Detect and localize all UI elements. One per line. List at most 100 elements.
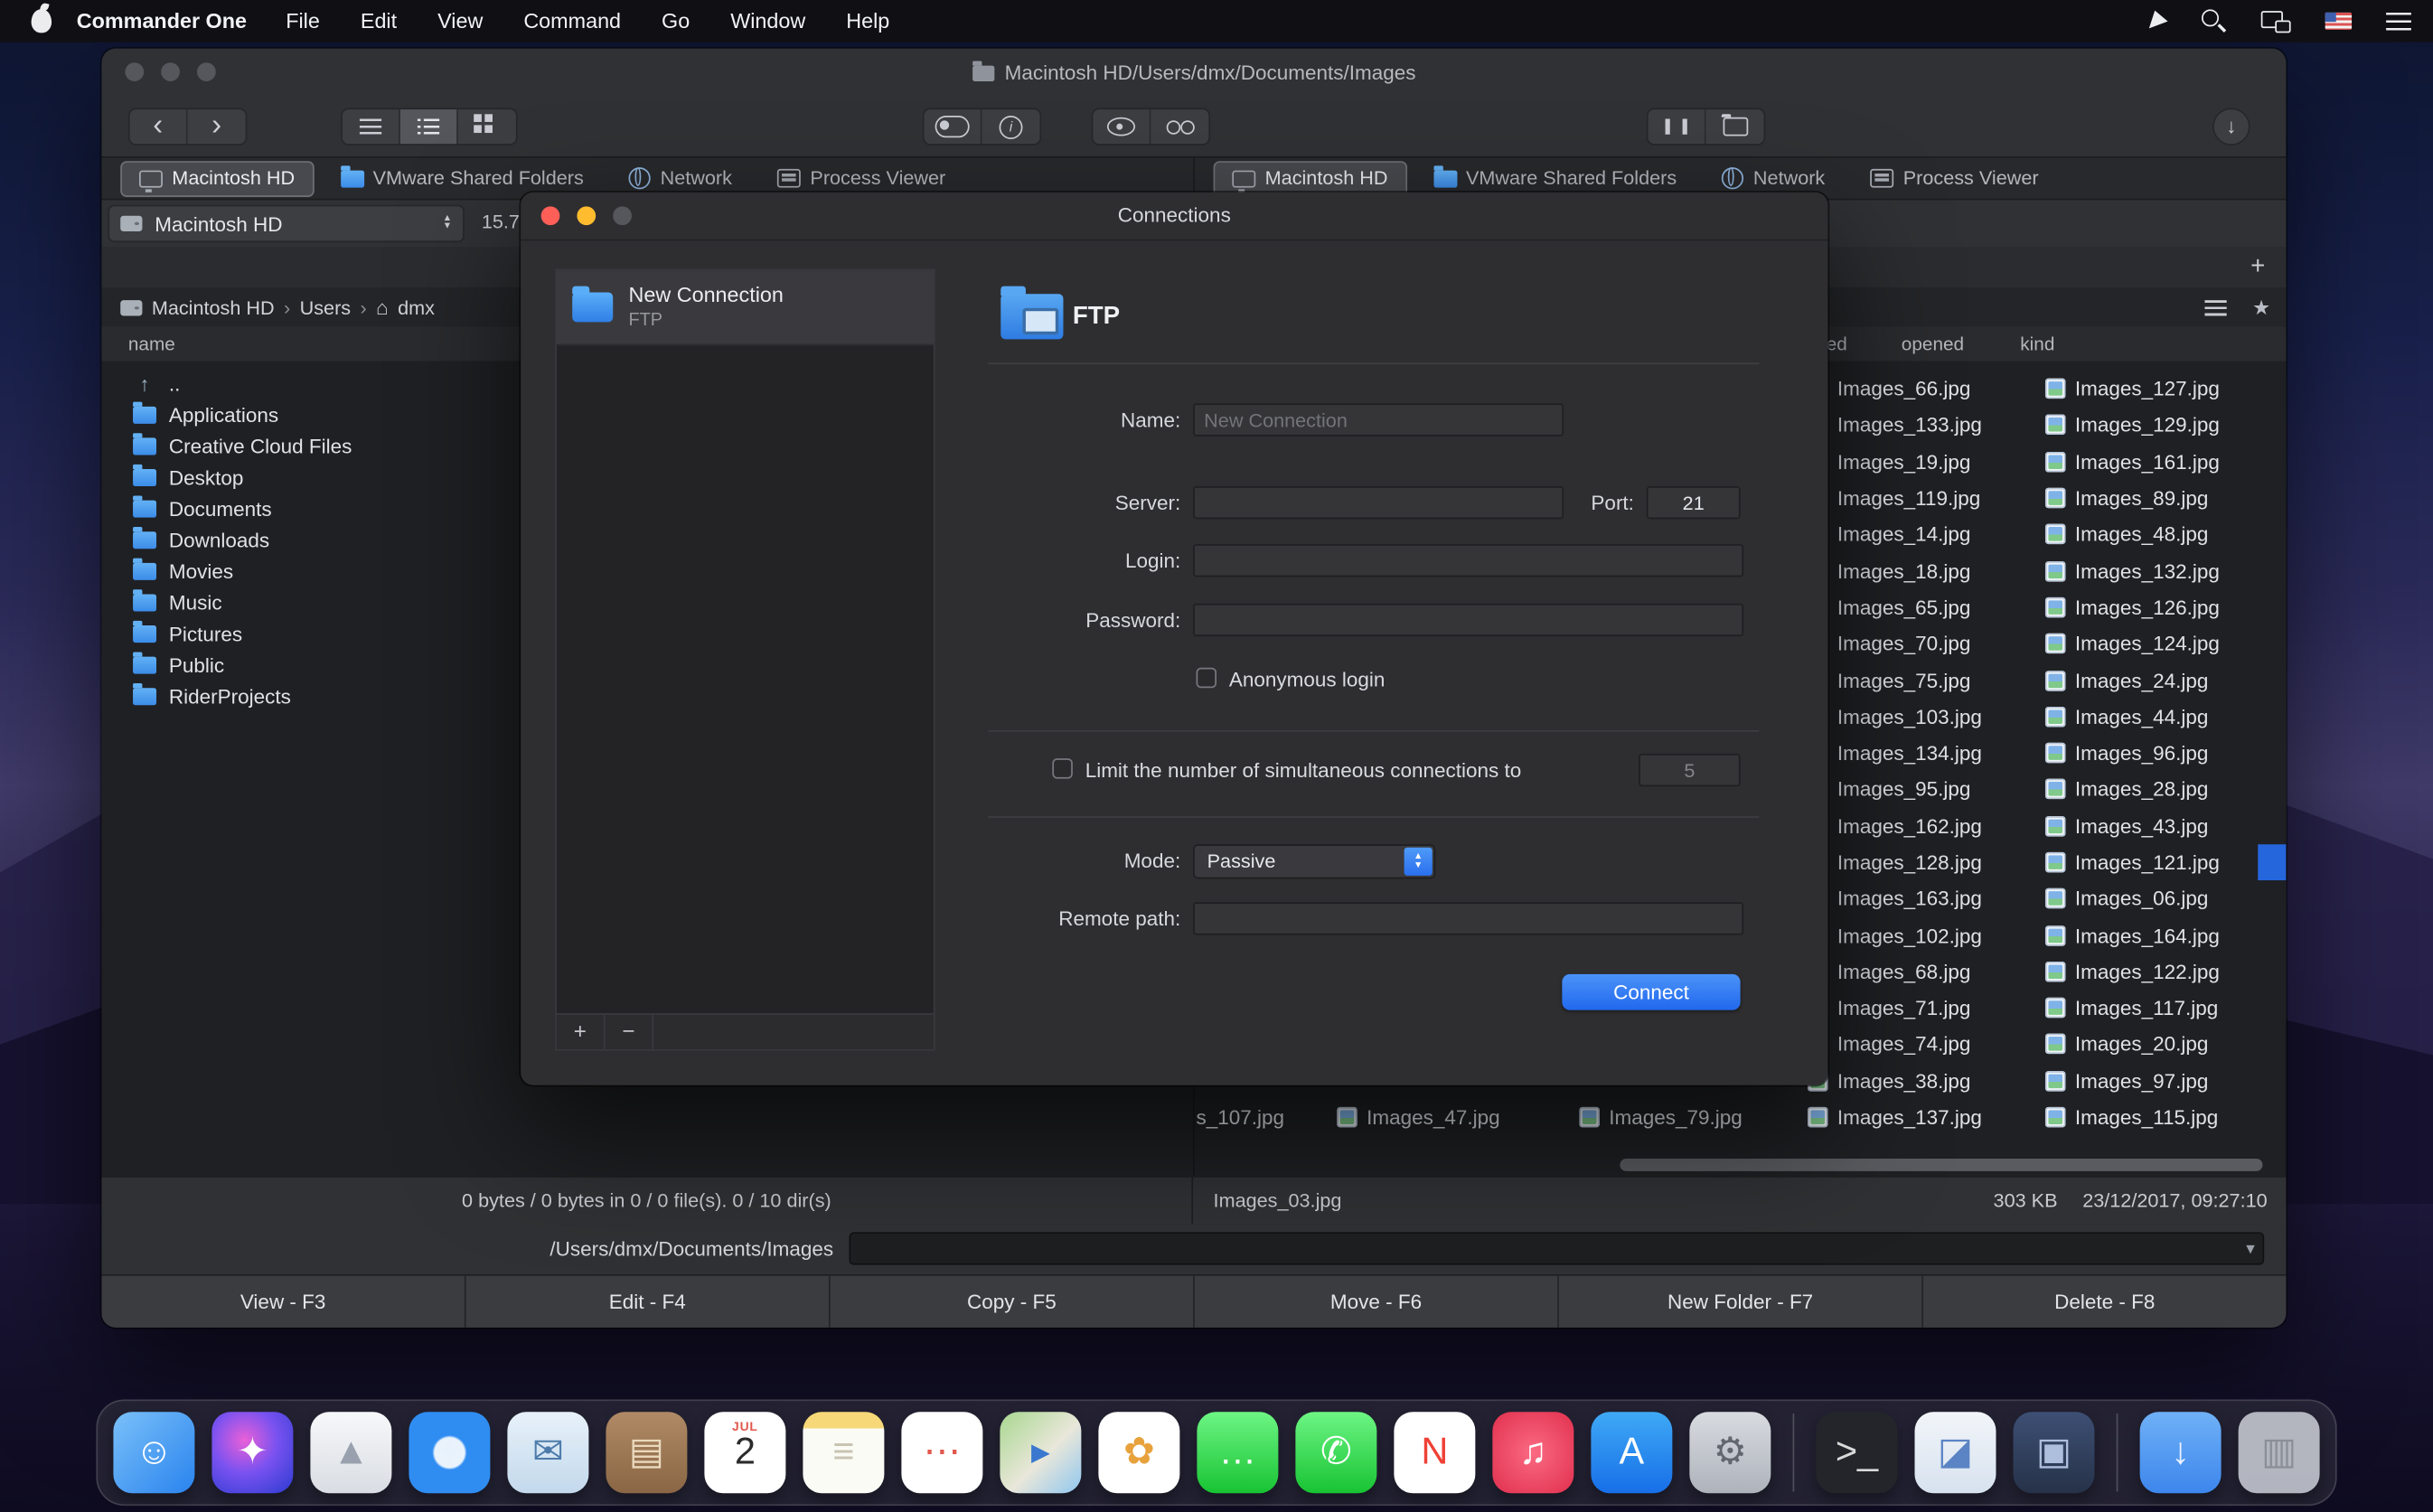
menu-item[interactable]: View bbox=[437, 9, 483, 33]
file-item[interactable]: Images_117.jpg bbox=[2045, 990, 2280, 1026]
pane-tab[interactable]: VMware Shared Folders bbox=[1414, 160, 1696, 196]
column-header-modified[interactable]: ed bbox=[1827, 333, 1847, 355]
hidden-files-button[interactable] bbox=[1151, 109, 1208, 144]
dock-item[interactable]: ◪ bbox=[1915, 1412, 1996, 1493]
file-item[interactable]: Images_164.jpg bbox=[2045, 917, 2280, 953]
file-item[interactable]: Images_75.jpg bbox=[1808, 662, 2043, 698]
file-item[interactable]: Images_133.jpg bbox=[1808, 407, 2043, 443]
dock-item[interactable]: ✦ bbox=[211, 1412, 293, 1493]
drive-selector[interactable]: Macintosh HD ▲▼ bbox=[108, 205, 464, 243]
dock-item[interactable]: ≡ bbox=[803, 1412, 884, 1493]
dock-item[interactable]: N bbox=[1394, 1412, 1475, 1493]
menu-item[interactable]: Go bbox=[662, 9, 690, 33]
dock-item[interactable]: … bbox=[1197, 1412, 1278, 1493]
dock-item[interactable]: ⚙ bbox=[1689, 1412, 1771, 1493]
file-item[interactable]: Images_96.jpg bbox=[2045, 735, 2280, 771]
pane-tab[interactable]: Network bbox=[1704, 160, 1844, 196]
dock-item[interactable]: ☺ bbox=[113, 1412, 194, 1493]
file-item[interactable]: Images_163.jpg bbox=[1808, 880, 2043, 916]
scrollbar-thumb[interactable] bbox=[1620, 1159, 2263, 1171]
pane-tab[interactable]: VMware Shared Folders bbox=[322, 160, 603, 196]
function-key-button[interactable]: View - F3 bbox=[101, 1276, 465, 1328]
list-view-icon[interactable] bbox=[2205, 299, 2227, 315]
spotlight-search-icon[interactable] bbox=[2202, 9, 2227, 34]
file-item[interactable]: Images_161.jpg bbox=[2045, 444, 2280, 480]
remote-path-field[interactable] bbox=[1193, 902, 1743, 934]
port-field[interactable] bbox=[1647, 486, 1741, 519]
favorites-star-icon[interactable]: ★ bbox=[2252, 295, 2270, 320]
file-item[interactable]: Images_102.jpg bbox=[1808, 917, 2043, 953]
file-item[interactable]: Images_132.jpg bbox=[2045, 553, 2280, 589]
limit-connections-checkbox[interactable] bbox=[1052, 758, 1072, 778]
pane-tab[interactable]: Macintosh HD bbox=[120, 160, 314, 196]
anonymous-checkbox[interactable] bbox=[1197, 668, 1216, 688]
file-item[interactable]: Images_89.jpg bbox=[2045, 480, 2280, 516]
menu-item[interactable]: Help bbox=[846, 9, 889, 33]
breadcrumb-item[interactable]: Users bbox=[300, 296, 351, 318]
file-item[interactable]: Images_74.jpg bbox=[1808, 1027, 2043, 1063]
file-item[interactable]: Images_28.jpg bbox=[2045, 771, 2280, 807]
file-item[interactable]: Images_134.jpg bbox=[1808, 735, 2043, 771]
input-language-flag-icon[interactable] bbox=[2325, 13, 2352, 30]
file-item[interactable]: Images_44.jpg bbox=[2045, 699, 2280, 735]
file-item[interactable]: Images_38.jpg bbox=[1808, 1063, 2043, 1099]
file-item[interactable]: Images_103.jpg bbox=[1808, 699, 2043, 735]
downloads-button[interactable]: ↓ bbox=[2212, 108, 2250, 146]
file-item[interactable]: Images_121.jpg bbox=[2045, 844, 2280, 880]
command-line-input[interactable] bbox=[849, 1232, 2264, 1264]
file-item[interactable]: Images_06.jpg bbox=[2045, 880, 2280, 916]
selected-file-partial[interactable] bbox=[2258, 844, 2286, 880]
mode-select[interactable]: Passive ▲▼ bbox=[1193, 844, 1435, 878]
dock-item[interactable]: ▲ bbox=[310, 1412, 391, 1493]
file-item[interactable]: Images_66.jpg bbox=[1808, 371, 2043, 407]
file-item[interactable]: Images_20.jpg bbox=[2045, 1027, 2280, 1063]
file-item[interactable]: Images_119.jpg bbox=[1808, 480, 2043, 516]
back-button[interactable]: ‹ bbox=[130, 109, 188, 144]
function-key-button[interactable]: Delete - F8 bbox=[1923, 1276, 2286, 1328]
preview-button[interactable] bbox=[1093, 109, 1151, 144]
column-header-name[interactable]: name bbox=[128, 333, 175, 355]
pause-queue-button[interactable] bbox=[1649, 109, 1706, 144]
add-tab-button[interactable]: + bbox=[2242, 252, 2274, 284]
dock-item[interactable]: ▤ bbox=[606, 1412, 687, 1493]
dock-item[interactable]: ↓ bbox=[2140, 1412, 2222, 1493]
password-field[interactable] bbox=[1193, 604, 1743, 636]
menu-item[interactable]: File bbox=[286, 9, 320, 33]
function-key-button[interactable]: Move - F6 bbox=[1195, 1276, 1559, 1328]
file-item[interactable]: Images_47.jpg bbox=[1337, 1099, 1499, 1135]
limit-connections-field[interactable] bbox=[1639, 754, 1740, 786]
pane-tab[interactable]: Process Viewer bbox=[1852, 160, 2058, 196]
breadcrumb-item[interactable]: dmx bbox=[398, 296, 435, 318]
dock-item[interactable]: ✦ bbox=[409, 1412, 490, 1493]
file-item[interactable]: Images_68.jpg bbox=[1808, 953, 2043, 990]
add-connection-button[interactable]: + bbox=[557, 1015, 606, 1049]
file-item[interactable]: Images_95.jpg bbox=[1808, 771, 2043, 807]
connect-button[interactable]: Connect bbox=[1562, 974, 1740, 1010]
function-key-button[interactable]: Edit - F4 bbox=[466, 1276, 831, 1328]
new-folder-toolbar-button[interactable] bbox=[1706, 109, 1764, 144]
apple-menu-icon[interactable] bbox=[32, 9, 52, 33]
menu-item[interactable]: Command bbox=[523, 9, 621, 33]
dock-item[interactable]: ▥ bbox=[2239, 1412, 2320, 1493]
file-item[interactable]: Images_71.jpg bbox=[1808, 990, 2043, 1026]
pane-tab[interactable]: Process Viewer bbox=[758, 160, 964, 196]
dock-item[interactable]: ⋯ bbox=[901, 1412, 982, 1493]
queue-toggle-button[interactable] bbox=[924, 109, 982, 144]
file-item[interactable]: Images_65.jpg bbox=[1808, 589, 2043, 625]
file-item[interactable]: Images_115.jpg bbox=[2045, 1099, 2280, 1135]
login-field[interactable] bbox=[1193, 544, 1743, 577]
info-button[interactable]: i bbox=[982, 109, 1040, 144]
menu-item[interactable]: Edit bbox=[361, 9, 397, 33]
app-menu-title[interactable]: Commander One bbox=[77, 9, 247, 33]
function-key-button[interactable]: New Folder - F7 bbox=[1559, 1276, 1923, 1328]
file-item[interactable]: Images_24.jpg bbox=[2045, 662, 2280, 698]
menu-item[interactable]: Window bbox=[730, 9, 805, 33]
forward-button[interactable]: › bbox=[188, 109, 246, 144]
file-item[interactable]: Images_129.jpg bbox=[2045, 407, 2280, 443]
dock-item[interactable]: ✉ bbox=[507, 1412, 588, 1493]
file-item[interactable]: Images_128.jpg bbox=[1808, 844, 2043, 880]
displays-icon[interactable] bbox=[2261, 10, 2291, 32]
dock-item[interactable]: ♫ bbox=[1492, 1412, 1573, 1493]
file-item[interactable]: Images_19.jpg bbox=[1808, 444, 2043, 480]
file-item[interactable]: Images_126.jpg bbox=[2045, 589, 2280, 625]
